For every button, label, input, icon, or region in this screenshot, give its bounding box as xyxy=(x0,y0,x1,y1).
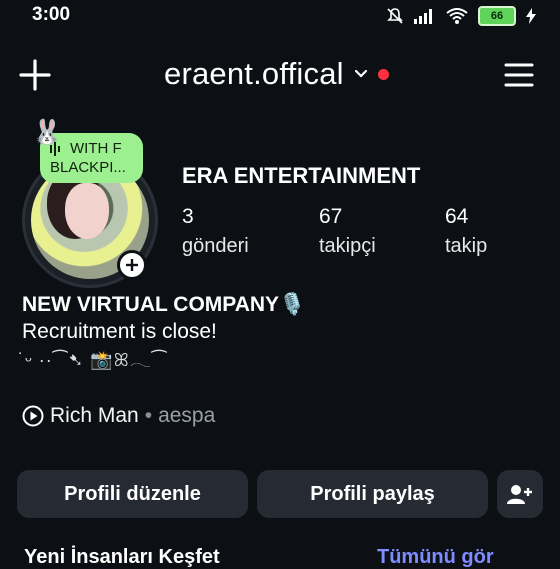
avatar-face xyxy=(65,183,109,239)
stat-followers[interactable]: 67 takipçi xyxy=(319,205,376,258)
username: eraent.offical xyxy=(164,56,344,91)
edit-profile-button[interactable]: Profili düzenle xyxy=(17,470,248,518)
charging-icon xyxy=(526,8,536,24)
stat-posts[interactable]: 3 gönderi xyxy=(182,205,249,258)
profile-music[interactable]: Rich Man • aespa xyxy=(22,404,215,428)
bio-title: NEW VIRTUAL COMPANY🎙️ xyxy=(22,293,306,316)
stat-following[interactable]: 64 takip xyxy=(445,205,487,258)
bio-decoration: ˙ᵕ ··⁀➷ 📸ꕤ𓂃⁀ xyxy=(18,350,168,370)
add-story-button[interactable] xyxy=(117,250,147,280)
see-all-link[interactable]: Tümünü gör xyxy=(377,546,494,569)
status-icons: 66 xyxy=(386,6,536,26)
stat-value: 64 xyxy=(445,205,469,228)
notification-dot xyxy=(377,68,389,80)
music-artist: aespa xyxy=(158,404,216,427)
play-icon xyxy=(22,405,44,427)
note-line-2: BLACKPI... xyxy=(50,159,126,176)
account-switcher[interactable]: eraent.offical xyxy=(164,56,389,92)
chevron-down-icon xyxy=(354,69,367,78)
signal-icon xyxy=(414,9,432,24)
wifi-icon xyxy=(446,8,468,24)
profile-name: ERA ENTERTAINMENT xyxy=(182,163,421,188)
note-line-1: WITH F xyxy=(70,140,122,157)
discover-title: Yeni İnsanları Keşfet xyxy=(24,546,220,568)
share-profile-button[interactable]: Profili paylaş xyxy=(257,470,488,518)
stat-label: takipçi xyxy=(319,235,376,257)
bunny-icon: 🐰 xyxy=(32,119,62,146)
discover-people-button[interactable] xyxy=(497,470,543,518)
menu-icon[interactable] xyxy=(504,60,534,90)
stat-label: takip xyxy=(445,235,488,257)
plus-small-icon xyxy=(126,259,138,271)
bio-line: Recruitment is close! xyxy=(22,320,217,343)
music-title: Rich Man xyxy=(50,404,139,427)
plus-icon[interactable] xyxy=(18,58,52,92)
status-time: 3:00 xyxy=(32,4,71,25)
mute-icon xyxy=(387,8,403,24)
music-separator: • xyxy=(144,404,153,427)
stat-value: 3 xyxy=(182,205,194,228)
battery-icon: 66 xyxy=(478,6,516,26)
stat-label: gönderi xyxy=(182,235,249,257)
add-person-icon xyxy=(507,485,532,504)
stat-value: 67 xyxy=(319,205,343,228)
